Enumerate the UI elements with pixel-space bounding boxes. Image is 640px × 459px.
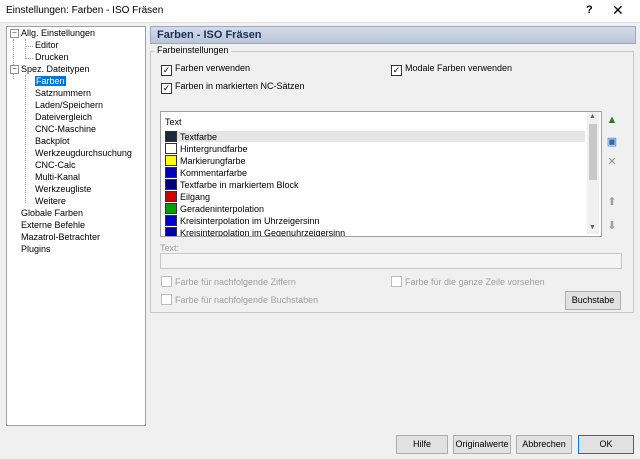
group-title: Farbeinstellungen bbox=[155, 45, 231, 55]
checkmark-icon: ✓ bbox=[161, 65, 172, 76]
cancel-button[interactable]: Abbrechen bbox=[516, 435, 572, 454]
window-title: Einstellungen: Farben - ISO Fräsen bbox=[6, 5, 164, 16]
buchstaben-checkbox[interactable]: Farbe für nachfolgende Buchstaben bbox=[161, 294, 318, 306]
help-button[interactable]: Hilfe bbox=[396, 435, 448, 454]
tree-item-laden[interactable]: Laden/Speichern bbox=[35, 99, 103, 111]
markierte-nc-checkbox[interactable]: ✓ Farben in markierten NC-Sätzen bbox=[161, 80, 305, 94]
scroll-thumb[interactable] bbox=[589, 124, 597, 180]
collapse-icon[interactable]: − bbox=[10, 29, 19, 38]
page-header: Farben - ISO Fräsen bbox=[150, 26, 636, 44]
tree-item-farben[interactable]: Farben bbox=[35, 75, 66, 87]
list-item[interactable]: Hintergrundfarbe bbox=[165, 143, 585, 154]
checkmark-icon: ✓ bbox=[391, 65, 402, 76]
tree-item-multi-kanal[interactable]: Multi-Kanal bbox=[35, 171, 80, 183]
page-title: Farben - ISO Fräsen bbox=[157, 29, 262, 41]
color-swatch bbox=[165, 215, 177, 226]
list-scrollbar[interactable]: ▲ ▼ bbox=[587, 112, 599, 234]
ganze-zeile-checkbox[interactable]: Farbe für die ganze Zeile vorsehen bbox=[391, 276, 545, 288]
tree-item-spez[interactable]: Spez. Dateitypen bbox=[21, 63, 90, 75]
tree-item-cnc-maschine[interactable]: CNC-Maschine bbox=[35, 123, 96, 135]
copy-icon[interactable]: ▣ bbox=[604, 134, 620, 150]
checkmark-icon: ✓ bbox=[161, 83, 172, 94]
tree-item-cnc-calc[interactable]: CNC-Calc bbox=[35, 159, 76, 171]
tree-item-werkzeugliste[interactable]: Werkzeugliste bbox=[35, 183, 91, 195]
scroll-up-icon[interactable]: ▲ bbox=[589, 113, 596, 120]
tree-item-mazatrol[interactable]: Mazatrol-Betrachter bbox=[21, 231, 100, 243]
list-item[interactable]: Textfarbe bbox=[165, 131, 585, 142]
tree-item-allg[interactable]: Allg. Einstellungen bbox=[21, 27, 95, 39]
tree-item-satznummern[interactable]: Satznummern bbox=[35, 87, 91, 99]
list-item[interactable]: Geradeninterpolation bbox=[165, 203, 585, 214]
color-swatch bbox=[165, 227, 177, 236]
list-item[interactable]: Eilgang bbox=[165, 191, 585, 202]
color-swatch bbox=[165, 179, 177, 190]
color-swatch bbox=[165, 155, 177, 166]
modale-farben-checkbox[interactable]: ✓ Modale Farben verwenden bbox=[391, 62, 512, 76]
text-field[interactable] bbox=[160, 253, 622, 269]
text-field-label: Text: bbox=[160, 243, 180, 253]
list-item[interactable]: Kreisinterpolation im Gegenuhrzeigersinn bbox=[165, 227, 585, 236]
tree-item-plugins[interactable]: Plugins bbox=[21, 243, 51, 255]
tree-item-externe-befehle[interactable]: Externe Befehle bbox=[21, 219, 85, 231]
list-item[interactable]: Kreisinterpolation im Uhrzeigersinn bbox=[165, 215, 585, 226]
collapse-icon[interactable]: − bbox=[10, 65, 19, 74]
color-swatch bbox=[165, 131, 177, 142]
tree-item-backplot[interactable]: Backplot bbox=[35, 135, 70, 147]
help-icon[interactable]: ? bbox=[586, 4, 593, 16]
farben-verwenden-checkbox[interactable]: ✓ Farben verwenden bbox=[161, 62, 250, 76]
tree-item-dateivergleich[interactable]: Dateivergleich bbox=[35, 111, 92, 123]
list-item[interactable]: Textfarbe in markiertem Block bbox=[165, 179, 585, 190]
tree-item-weitere[interactable]: Weitere bbox=[35, 195, 66, 207]
arrow-down-icon[interactable]: ⬇ bbox=[604, 218, 620, 234]
delete-icon[interactable]: ✕ bbox=[604, 154, 620, 170]
buchstabe-button[interactable]: Buchstabe bbox=[565, 291, 621, 310]
tree-item-globale-farben[interactable]: Globale Farben bbox=[21, 207, 83, 219]
ok-button[interactable]: OK bbox=[578, 435, 634, 454]
title-bar: Einstellungen: Farben - ISO Fräsen ? ✕ bbox=[0, 0, 640, 23]
color-swatch bbox=[165, 203, 177, 214]
add-icon[interactable]: ▲ bbox=[604, 112, 620, 128]
ziffern-checkbox[interactable]: Farbe für nachfolgende Ziffern bbox=[161, 276, 296, 288]
color-swatch bbox=[165, 143, 177, 154]
list-header: Text bbox=[165, 117, 182, 127]
scroll-down-icon[interactable]: ▼ bbox=[589, 224, 596, 231]
arrow-up-icon[interactable]: ⬆ bbox=[604, 194, 620, 210]
tree-item-editor[interactable]: Editor bbox=[35, 39, 59, 51]
list-item[interactable]: Markierungfarbe bbox=[165, 155, 585, 166]
close-icon[interactable]: ✕ bbox=[612, 2, 624, 19]
settings-tree[interactable]: − Allg. Einstellungen Editor Drucken − S… bbox=[6, 26, 146, 426]
list-item[interactable]: Kommentarfarbe bbox=[165, 167, 585, 178]
tree-item-werkzeugdurchsuchung[interactable]: Werkzeugdurchsuchung bbox=[35, 147, 132, 159]
color-swatch bbox=[165, 191, 177, 202]
tree-item-drucken[interactable]: Drucken bbox=[35, 51, 69, 63]
reset-button[interactable]: Originalwerte bbox=[453, 435, 511, 454]
color-swatch bbox=[165, 167, 177, 178]
color-list[interactable]: Text Textfarbe Hintergrundfarbe Markieru… bbox=[160, 111, 602, 237]
